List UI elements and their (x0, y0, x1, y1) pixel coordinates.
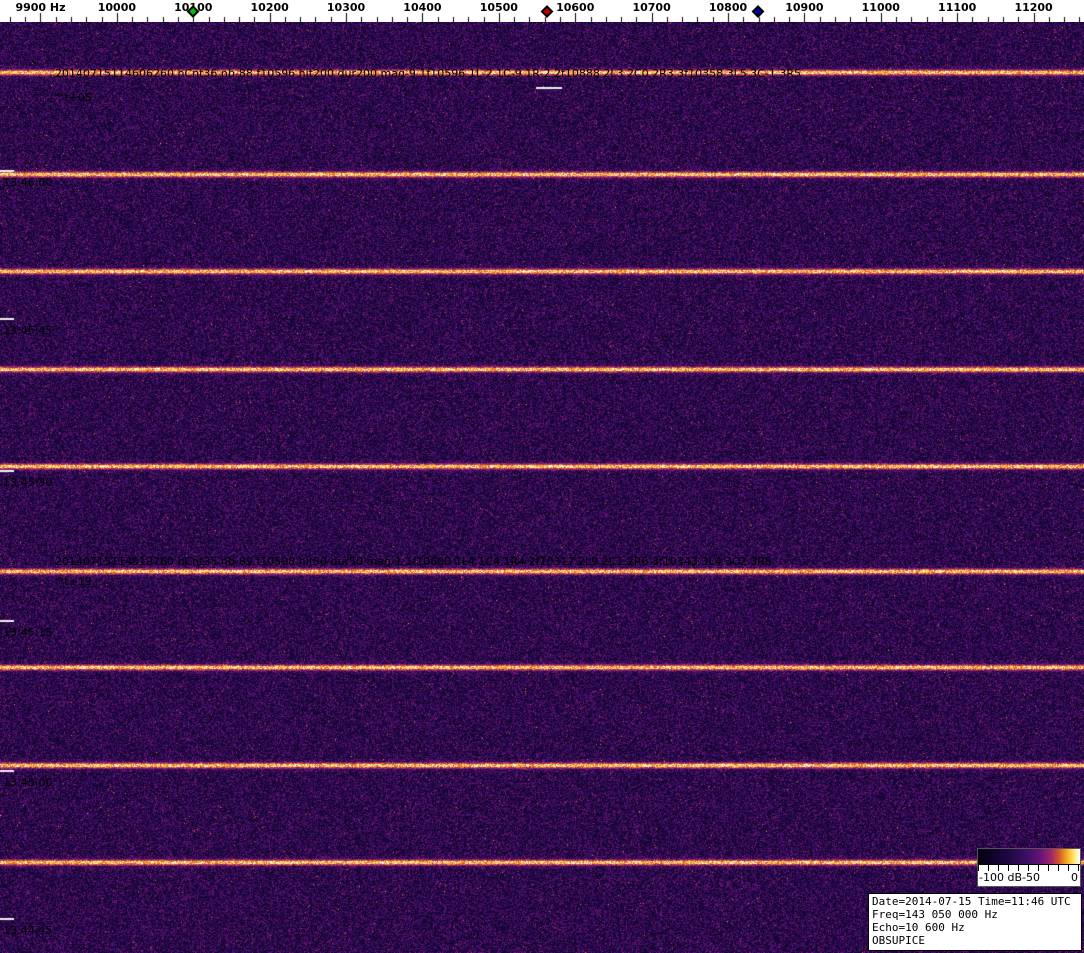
freq-tick-label: 9900 Hz (15, 1, 66, 14)
freq-tick-label: 10700 (632, 1, 671, 14)
freq-tick-label: 10500 (479, 1, 518, 14)
freq-tick-label: 10400 (403, 1, 442, 14)
color-scale-gradient (978, 849, 1080, 865)
info-freq-line: Freq=143 050 000 Hz (872, 908, 998, 921)
freq-tick-label: 10200 (250, 1, 289, 14)
info-box: Date=2014-07-15 Time=11:46 UTC Freq=143 … (868, 893, 1082, 951)
color-scale-labels: -100 dB -50 0 (978, 871, 1080, 886)
frequency-axis[interactable]: 9900 Hz100001010010200103001040010500106… (0, 0, 1084, 22)
freq-tick-label: 10800 (708, 1, 748, 14)
info-date-line: Date=2014-07-15 Time=11:46 UTC (872, 895, 1071, 908)
legend-max-label: 0 (1071, 871, 1078, 884)
freq-tick-label: 10300 (326, 1, 366, 14)
legend-mid-label: -50 (1022, 871, 1041, 884)
freq-tick-label: 11200 (1014, 1, 1053, 14)
spectrogram-canvas[interactable] (0, 22, 1084, 953)
freq-tick-label: 11000 (861, 1, 900, 14)
spectrogram-window: 9900 Hz100001010010200103001040010500106… (0, 0, 1084, 953)
freq-tick-label: 10900 (785, 1, 824, 14)
legend-min-label: -100 dB (979, 871, 1022, 884)
freq-tick-label: 10600 (556, 1, 595, 14)
info-station-line: OBSUPICE (872, 934, 925, 947)
freq-tick-label: 11100 (938, 1, 977, 14)
color-scale-legend: -100 dB -50 0 (977, 848, 1081, 887)
freq-tick-label: 10000 (97, 1, 137, 14)
info-echo-line: Echo=10 600 Hz (872, 921, 965, 934)
